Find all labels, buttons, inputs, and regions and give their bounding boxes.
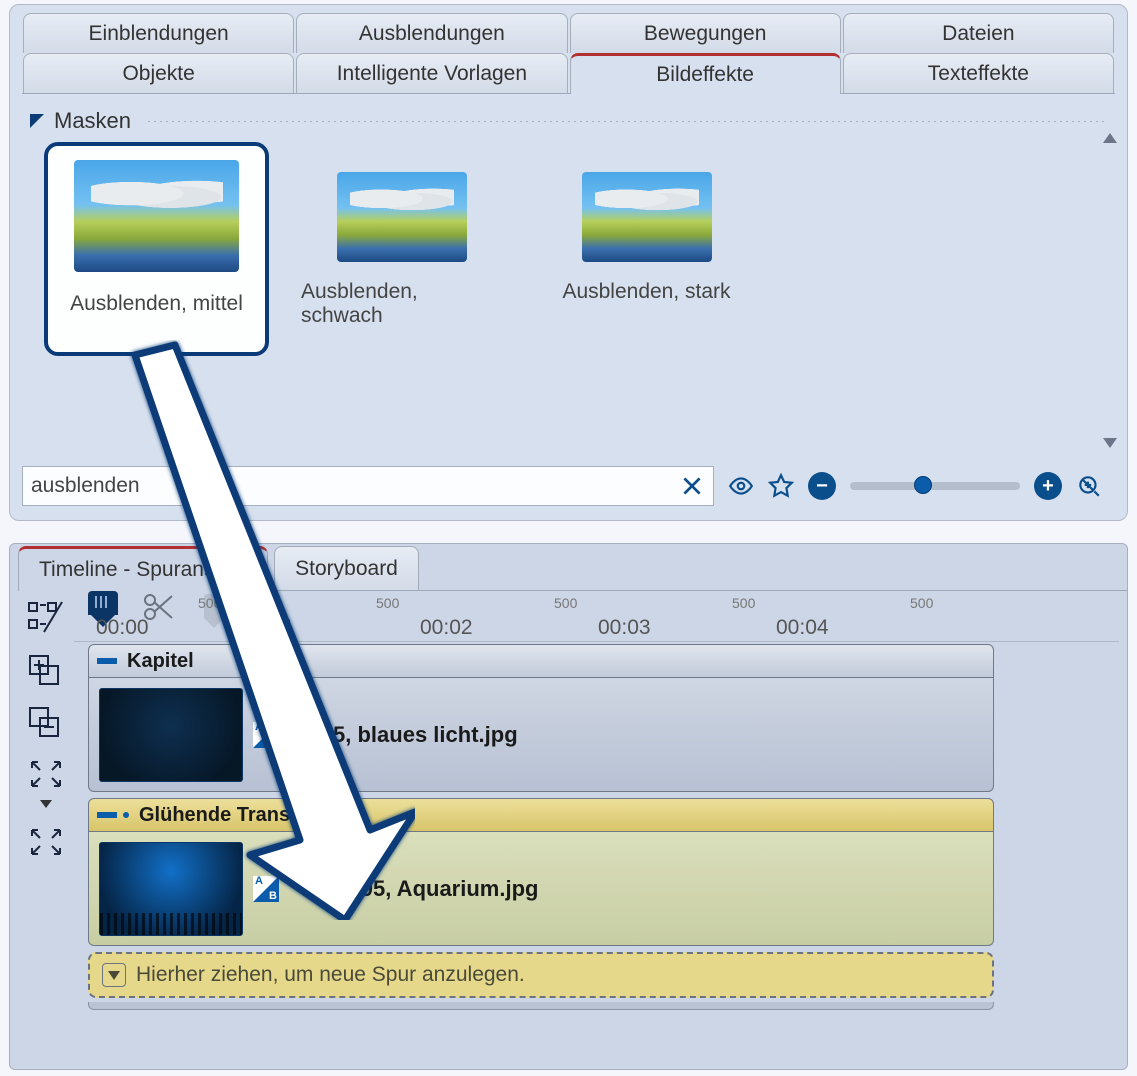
timeline-main: 500 500 500 500 500 00:00 00:01 00:02 00…	[74, 594, 1119, 1061]
effect-label: Ausblenden, mittel	[70, 292, 243, 316]
effect-label: Ausblenden, stark	[562, 280, 730, 304]
clip-thumbnail	[99, 842, 243, 936]
tab-timeline[interactable]: Timeline - Spuransicht	[18, 546, 268, 590]
track-body-kapitel[interactable]: AB 00:05, blaues licht.jpg	[88, 678, 994, 792]
ruler-minor: 500	[732, 595, 755, 611]
effect-ausblenden-stark[interactable]: Ausblenden, stark	[534, 142, 759, 356]
collapse-bar-icon	[97, 812, 117, 818]
ruler-time: 00:00	[96, 616, 149, 640]
zoom-reset-icon[interactable]	[1076, 473, 1102, 499]
disclosure-icon[interactable]	[30, 114, 44, 128]
favorite-star-icon[interactable]	[768, 473, 794, 499]
tool-expand-icon[interactable]	[26, 824, 66, 860]
scroll-arrows	[1103, 133, 1121, 448]
dropzone-label: Hierher ziehen, um neue Spur anzulegen.	[136, 963, 525, 987]
scroll-down-icon[interactable]	[1103, 438, 1117, 448]
ruler-minor: 500	[910, 595, 933, 611]
tab-texteffekte[interactable]: Texteffekte	[843, 53, 1114, 93]
section-title: Masken	[54, 108, 131, 134]
clear-search-icon[interactable]	[679, 473, 705, 499]
ruler-time: 00:04	[776, 616, 829, 640]
tab-einblendungen[interactable]: Einblendungen	[23, 13, 294, 53]
zoom-slider[interactable]	[850, 482, 1020, 490]
scroll-up-icon[interactable]	[1103, 133, 1117, 143]
top-tab-row-2: Objekte Intelligente Vorlagen Bildeffekt…	[22, 53, 1115, 94]
effect-label: Ausblenden, schwach	[301, 280, 502, 328]
timeline-panel: Timeline - Spuransicht Storyboard 500 50…	[9, 543, 1128, 1070]
ruler-minor: 500	[376, 595, 399, 611]
ab-transition-icon: AB	[253, 876, 279, 902]
track-body-gluehende[interactable]: AB 00:05, Aquarium.jpg	[88, 832, 994, 946]
tab-bewegungen[interactable]: Bewegungen	[570, 13, 841, 53]
timeline-ruler[interactable]: 500 500 500 500 500 00:00 00:01 00:02 00…	[74, 594, 1119, 642]
effect-ausblenden-mittel[interactable]: Ausblenden, mittel	[44, 142, 269, 356]
ruler-time: 00:03	[598, 616, 651, 640]
timeline-tool-column	[18, 594, 74, 1061]
tool-split-icon[interactable]	[26, 600, 66, 636]
track-title: Glühende Transparenz	[139, 804, 355, 827]
tool-dropdown-icon[interactable]	[40, 800, 52, 808]
preview-eye-icon[interactable]	[728, 473, 754, 499]
tool-remove-track-icon[interactable]	[26, 704, 66, 740]
tool-add-track-icon[interactable]	[26, 652, 66, 688]
ruler-time: 00:02	[420, 616, 473, 640]
timeline-area: 500 500 500 500 500 00:00 00:01 00:02 00…	[18, 594, 1119, 1061]
ab-transition-icon: AB	[253, 722, 279, 748]
clip-label: 00:05, Aquarium.jpg	[329, 876, 538, 902]
effect-ausblenden-schwach[interactable]: Ausblenden, schwach	[289, 142, 514, 356]
effect-thumbnails: Ausblenden, mittel Ausblenden, schwach A…	[44, 142, 1127, 356]
tab-intelligente-vorlagen[interactable]: Intelligente Vorlagen	[296, 53, 567, 93]
tab-bildeffekte[interactable]: Bildeffekte	[570, 53, 841, 93]
effects-panel: Einblendungen Ausblendungen Bewegungen D…	[9, 4, 1128, 521]
ruler-time: 00:01	[242, 616, 295, 640]
track-header-gluehende[interactable]: Glühende Transparenz	[88, 798, 994, 832]
tab-ausblendungen[interactable]: Ausblendungen	[296, 13, 567, 53]
track-header-kapitel[interactable]: Kapitel	[88, 644, 994, 678]
new-track-dropzone[interactable]: Hierher ziehen, um neue Spur anzulegen.	[88, 952, 994, 998]
zoom-slider-knob[interactable]	[914, 476, 932, 494]
bottom-tabs: Timeline - Spuransicht Storyboard	[18, 546, 1127, 591]
effect-preview-icon	[74, 160, 239, 272]
ruler-minor: 500	[554, 595, 577, 611]
search-input[interactable]	[31, 474, 679, 498]
section-header-masken: Masken	[30, 108, 1107, 134]
tracks-footer	[88, 1002, 994, 1010]
track-title: Kapitel	[127, 650, 194, 673]
collapse-bar-icon	[97, 658, 117, 664]
tab-storyboard[interactable]: Storyboard	[274, 546, 419, 590]
search-box	[22, 466, 714, 506]
section-divider	[146, 120, 1107, 123]
tracks-container: Kapitel AB 00:05, blaues licht.jpg Glühe…	[88, 644, 994, 1010]
effect-preview-icon	[337, 172, 467, 262]
dropzone-arrow-icon	[102, 963, 126, 987]
zoom-out-button[interactable]: −	[808, 472, 836, 500]
tab-dateien[interactable]: Dateien	[843, 13, 1114, 53]
tab-objekte[interactable]: Objekte	[23, 53, 294, 93]
motion-curve-icon	[289, 876, 319, 902]
zoom-in-button[interactable]: +	[1034, 472, 1062, 500]
effect-preview-icon	[582, 172, 712, 262]
clip-label: 00:05, blaues licht.jpg	[289, 722, 518, 748]
tool-fit-icon[interactable]	[26, 756, 66, 792]
top-tab-row-1: Einblendungen Ausblendungen Bewegungen D…	[22, 13, 1115, 53]
ruler-minor: 500	[198, 595, 221, 611]
search-toolbar: − +	[22, 464, 1115, 508]
clip-thumbnail	[99, 688, 243, 782]
